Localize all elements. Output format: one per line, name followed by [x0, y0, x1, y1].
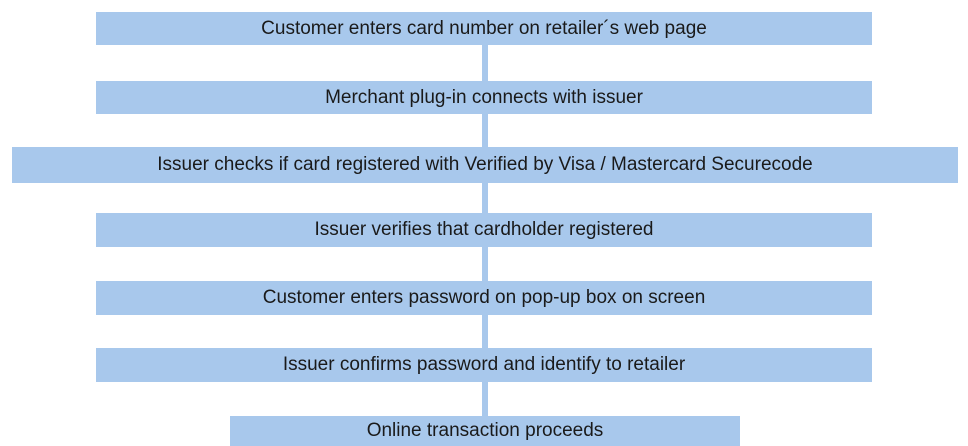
flow-step-1: Customer enters card number on retailer´…	[96, 12, 872, 45]
flow-step-3: Issuer checks if card registered with Ve…	[12, 147, 958, 183]
flow-step-4: Issuer verifies that cardholder register…	[96, 213, 872, 247]
flow-step-6-label: Issuer confirms password and identify to…	[282, 354, 686, 375]
clipped-heading	[0, 0, 968, 10]
flow-step-2-label: Merchant plug-in connects with issuer	[325, 86, 643, 108]
flow-step-4-label: Issuer verifies that cardholder register…	[314, 219, 654, 240]
flow-step-6: Issuer confirms password and identify to…	[96, 348, 872, 382]
flow-step-3-label: Issuer checks if card registered with Ve…	[157, 154, 813, 175]
flow-step-2: Merchant plug-in connects with issuer	[96, 81, 872, 114]
flow-step-7-label: Online transaction proceeds	[366, 420, 604, 441]
connector-2-3	[482, 114, 488, 147]
flow-step-5-label: Customer enters password on pop-up box o…	[262, 287, 706, 308]
connector-6-7	[482, 382, 488, 416]
flow-step-5: Customer enters password on pop-up box o…	[96, 281, 872, 315]
flow-step-1-label: Customer enters card number on retailer´…	[261, 17, 707, 39]
connector-3-4	[482, 183, 488, 213]
connector-1-2	[482, 45, 488, 81]
connector-4-5	[482, 247, 488, 281]
connector-5-6	[482, 315, 488, 348]
